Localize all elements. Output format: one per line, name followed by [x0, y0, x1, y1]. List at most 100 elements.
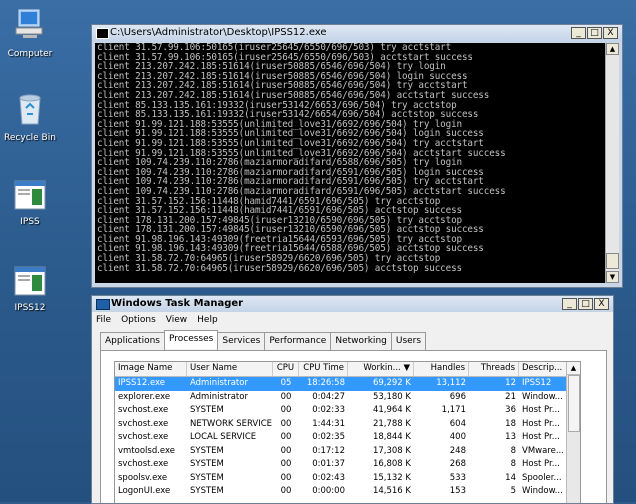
tab-processes[interactable]: Processes [163, 330, 219, 349]
cell-cpu: 00 [280, 432, 292, 442]
table-row[interactable]: LogonUI.exe SYSTEM 00 0:00:00 14,516 K 153 5 Wi… [115, 485, 580, 499]
cell-user-name: Administrator [190, 378, 248, 388]
cell-threads: 13 [505, 432, 516, 442]
console-window[interactable]: C:\Users\Administrator\Desktop\IPSS12.ex… [91, 24, 623, 288]
cell-working-set: 16,808 K [372, 459, 411, 469]
column-header-threads[interactable]: Threads [469, 362, 519, 376]
maximize-button[interactable]: □ [587, 27, 602, 39]
desktop-icon-label: IPSS12 [14, 303, 46, 313]
scroll-thumb[interactable] [606, 253, 619, 269]
cell-working-set: 41,964 K [372, 405, 411, 415]
table-scrollbar[interactable]: ▲ [566, 362, 580, 503]
cell-cpu-time: 0:01:37 [312, 459, 345, 469]
cell-threads: 12 [505, 378, 516, 388]
task-manager-titlebar[interactable]: Windows Task Manager _ □ X [92, 296, 613, 312]
cell-image-name: svchost.exe [118, 418, 169, 429]
cell-image-name: svchost.exe [118, 405, 169, 415]
console-output[interactable]: client 31.57.99.106:50165(iruser25645/65… [95, 43, 605, 283]
cell-cpu: 00 [280, 445, 292, 456]
processes-panel: Image Name User Name CPU CPU Time Workin… [100, 350, 607, 503]
desktop-icon-ipss[interactable]: IPSS [2, 180, 58, 227]
desktop-icon-recycle-bin[interactable]: Recycle Bin [2, 92, 58, 143]
column-header-cpu[interactable]: CPU [273, 362, 299, 376]
menu-help[interactable]: Help [197, 315, 218, 325]
menu-view[interactable]: View [166, 315, 187, 325]
cell-user-name: SYSTEM [190, 405, 224, 415]
cell-cpu-time: 0:02:35 [312, 432, 345, 442]
column-header-cpu-time[interactable]: CPU Time [299, 362, 348, 376]
column-header-working-set[interactable]: Workin... ▼ [348, 362, 414, 376]
desktop-icon-label: Computer [7, 49, 53, 59]
cell-image-name: vmtoolsd.exe [118, 445, 176, 456]
cell-cpu: 00 [280, 418, 292, 429]
cell-cpu-time: 18:26:58 [306, 378, 345, 388]
process-table[interactable]: Image Name User Name CPU CPU Time Workin… [114, 361, 581, 503]
console-app-icon [96, 28, 109, 39]
console-scrollbar[interactable]: ▲ ▼ [605, 43, 619, 283]
desktop-icon-label: IPSS [20, 217, 40, 227]
column-header-image-name[interactable]: Image Name [115, 362, 187, 376]
desktop-icon-label: Recycle Bin [4, 133, 56, 143]
console-title: C:\Users\Administrator\Desktop\IPSS12.ex… [110, 27, 327, 38]
table-row[interactable]: IPSS12.exe Administrator 05 18:26:58 69,292 … [115, 377, 580, 391]
console-titlebar[interactable]: C:\Users\Administrator\Desktop\IPSS12.ex… [92, 25, 622, 42]
cell-image-name: spoolsv.exe [118, 472, 168, 483]
cell-handles: 400 [449, 432, 466, 442]
tab-users[interactable]: Users [390, 332, 427, 351]
table-row[interactable]: svchost.exe SYSTEM 00 0:02:33 41,964 K 1,171 3… [115, 404, 580, 418]
task-manager-app-icon [96, 299, 110, 310]
cell-cpu-time: 0:00:00 [312, 486, 345, 496]
tab-strip: Applications Processes Services Performa… [100, 330, 427, 351]
cell-cpu: 05 [280, 378, 292, 388]
table-row[interactable]: svchost.exe NETWORK SERVICE 00 1:44:31 21,78… [115, 418, 580, 432]
program-icon [2, 180, 58, 213]
close-button[interactable]: X [594, 298, 609, 310]
cell-handles: 696 [449, 391, 466, 402]
cell-image-name: svchost.exe [118, 459, 169, 469]
column-header-handles[interactable]: Handles [414, 362, 469, 376]
cell-user-name: Administrator [190, 391, 248, 402]
desktop-icon-ipss12[interactable]: IPSS12 [2, 266, 58, 313]
minimize-button[interactable]: _ [562, 298, 577, 310]
cell-handles: 268 [449, 459, 466, 469]
cell-working-set: 18,844 K [372, 432, 411, 442]
computer-icon [2, 8, 58, 45]
tab-services[interactable]: Services [217, 332, 266, 351]
tab-networking[interactable]: Networking [330, 332, 392, 351]
cell-handles: 533 [449, 472, 466, 483]
scroll-down-arrow-icon[interactable]: ▼ [606, 271, 619, 283]
close-button[interactable]: X [603, 27, 618, 39]
cell-threads: 8 [510, 459, 516, 469]
task-manager-title: Windows Task Manager [111, 298, 244, 309]
cell-image-name: explorer.exe [118, 391, 171, 402]
desktop-icon-computer[interactable]: Computer [2, 8, 58, 59]
table-row[interactable]: explorer.exe Administrator 00 0:04:27 53,180… [115, 391, 580, 405]
tab-applications[interactable]: Applications [100, 332, 165, 351]
cell-user-name: SYSTEM [190, 459, 224, 469]
column-header-user-name[interactable]: User Name [187, 362, 273, 376]
cell-handles: 604 [449, 418, 466, 429]
table-row[interactable]: svchost.exe SYSTEM 00 0:01:37 16,808 K 268 8 Ho… [115, 458, 580, 472]
maximize-button[interactable]: □ [578, 298, 593, 310]
scroll-up-arrow-icon[interactable]: ▲ [606, 43, 619, 55]
menu-options[interactable]: Options [121, 315, 156, 325]
scroll-up-arrow-icon[interactable]: ▲ [567, 362, 580, 375]
table-row[interactable]: vmtoolsd.exe SYSTEM 00 0:17:12 17,308 K 248 8 V… [115, 445, 580, 459]
cell-cpu-time: 0:02:43 [312, 472, 345, 483]
cell-image-name: svchost.exe [118, 432, 169, 442]
minimize-button[interactable]: _ [571, 27, 586, 39]
menu-file[interactable]: File [96, 315, 111, 325]
scroll-thumb[interactable] [568, 375, 580, 432]
cell-threads: 36 [505, 405, 516, 415]
cell-working-set: 21,788 K [372, 418, 411, 429]
cell-threads: 21 [505, 391, 516, 402]
menu-bar: File Options View Help [96, 315, 218, 325]
cell-user-name: SYSTEM [190, 445, 224, 456]
cell-threads: 8 [510, 445, 516, 456]
table-row[interactable]: svchost.exe LOCAL SERVICE 00 0:02:35 18,844 … [115, 431, 580, 445]
cell-cpu-time: 0:04:27 [312, 391, 345, 402]
table-row[interactable]: spoolsv.exe SYSTEM 00 0:02:43 15,132 K 533 14 S… [115, 472, 580, 486]
task-manager-window[interactable]: Windows Task Manager _ □ X File Options … [91, 295, 614, 504]
tab-performance[interactable]: Performance [264, 332, 332, 351]
cell-threads: 5 [510, 486, 516, 496]
